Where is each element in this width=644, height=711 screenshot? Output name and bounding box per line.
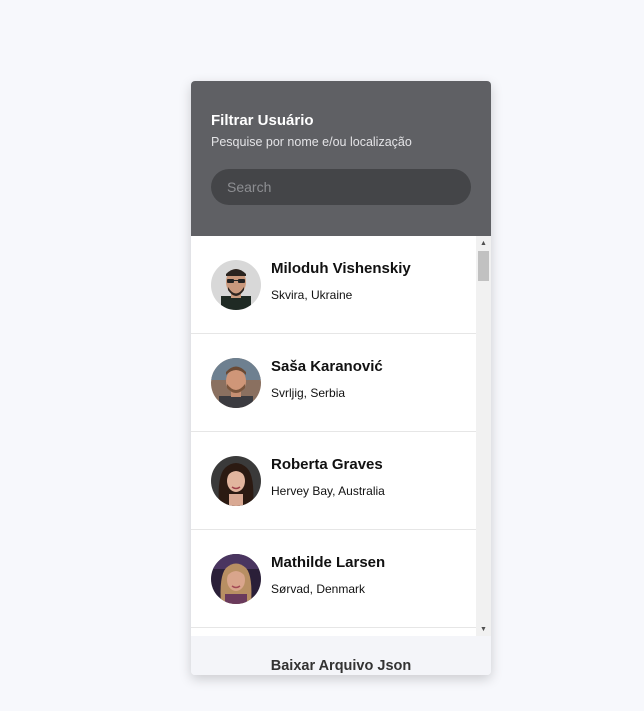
- user-list: Miloduh Vishenskiy Skvira, Ukraine Saša …: [191, 236, 476, 636]
- user-location: Hervey Bay, Australia: [271, 483, 385, 498]
- search-input[interactable]: [211, 169, 471, 205]
- avatar: [211, 455, 261, 506]
- footer: Baixar Arquivo Json: [191, 636, 491, 675]
- user-list-item[interactable]: Saša Karanović Svrljig, Serbia: [191, 334, 476, 432]
- scroll-down-icon[interactable]: ▼: [476, 622, 491, 636]
- download-json-button[interactable]: Baixar Arquivo Json: [271, 658, 411, 674]
- scrollbar-thumb[interactable]: [478, 251, 489, 281]
- user-list-item[interactable]: Roberta Graves Hervey Bay, Australia: [191, 432, 476, 530]
- user-list-item[interactable]: Mathilde Larsen Sørvad, Denmark: [191, 530, 476, 628]
- user-location: Sørvad, Denmark: [271, 581, 366, 596]
- user-filter-card: Filtrar Usuário Pesquise por nome e/ou l…: [191, 81, 491, 675]
- scroll-up-icon[interactable]: ▲: [476, 236, 491, 250]
- user-location: Skvira, Ukraine: [271, 287, 353, 302]
- filter-title: Filtrar Usuário: [211, 112, 314, 129]
- user-location: Svrljig, Serbia: [271, 385, 346, 400]
- user-name: Miloduh Vishenskiy: [271, 259, 411, 277]
- user-list-item[interactable]: [191, 628, 476, 636]
- list-scrollbar[interactable]: ▲ ▼: [476, 236, 491, 636]
- avatar: [211, 357, 261, 408]
- avatar: [211, 259, 261, 310]
- avatar: [211, 553, 261, 604]
- user-name: Saša Karanović: [271, 357, 383, 375]
- user-list-container: Miloduh Vishenskiy Skvira, Ukraine Saša …: [191, 236, 491, 636]
- filter-header: Filtrar Usuário Pesquise por nome e/ou l…: [191, 81, 491, 236]
- user-name: Mathilde Larsen: [271, 553, 386, 571]
- user-list-item[interactable]: Miloduh Vishenskiy Skvira, Ukraine: [191, 236, 476, 334]
- filter-subtitle: Pesquise por nome e/ou localização: [211, 135, 412, 149]
- user-name: Roberta Graves: [271, 455, 383, 473]
